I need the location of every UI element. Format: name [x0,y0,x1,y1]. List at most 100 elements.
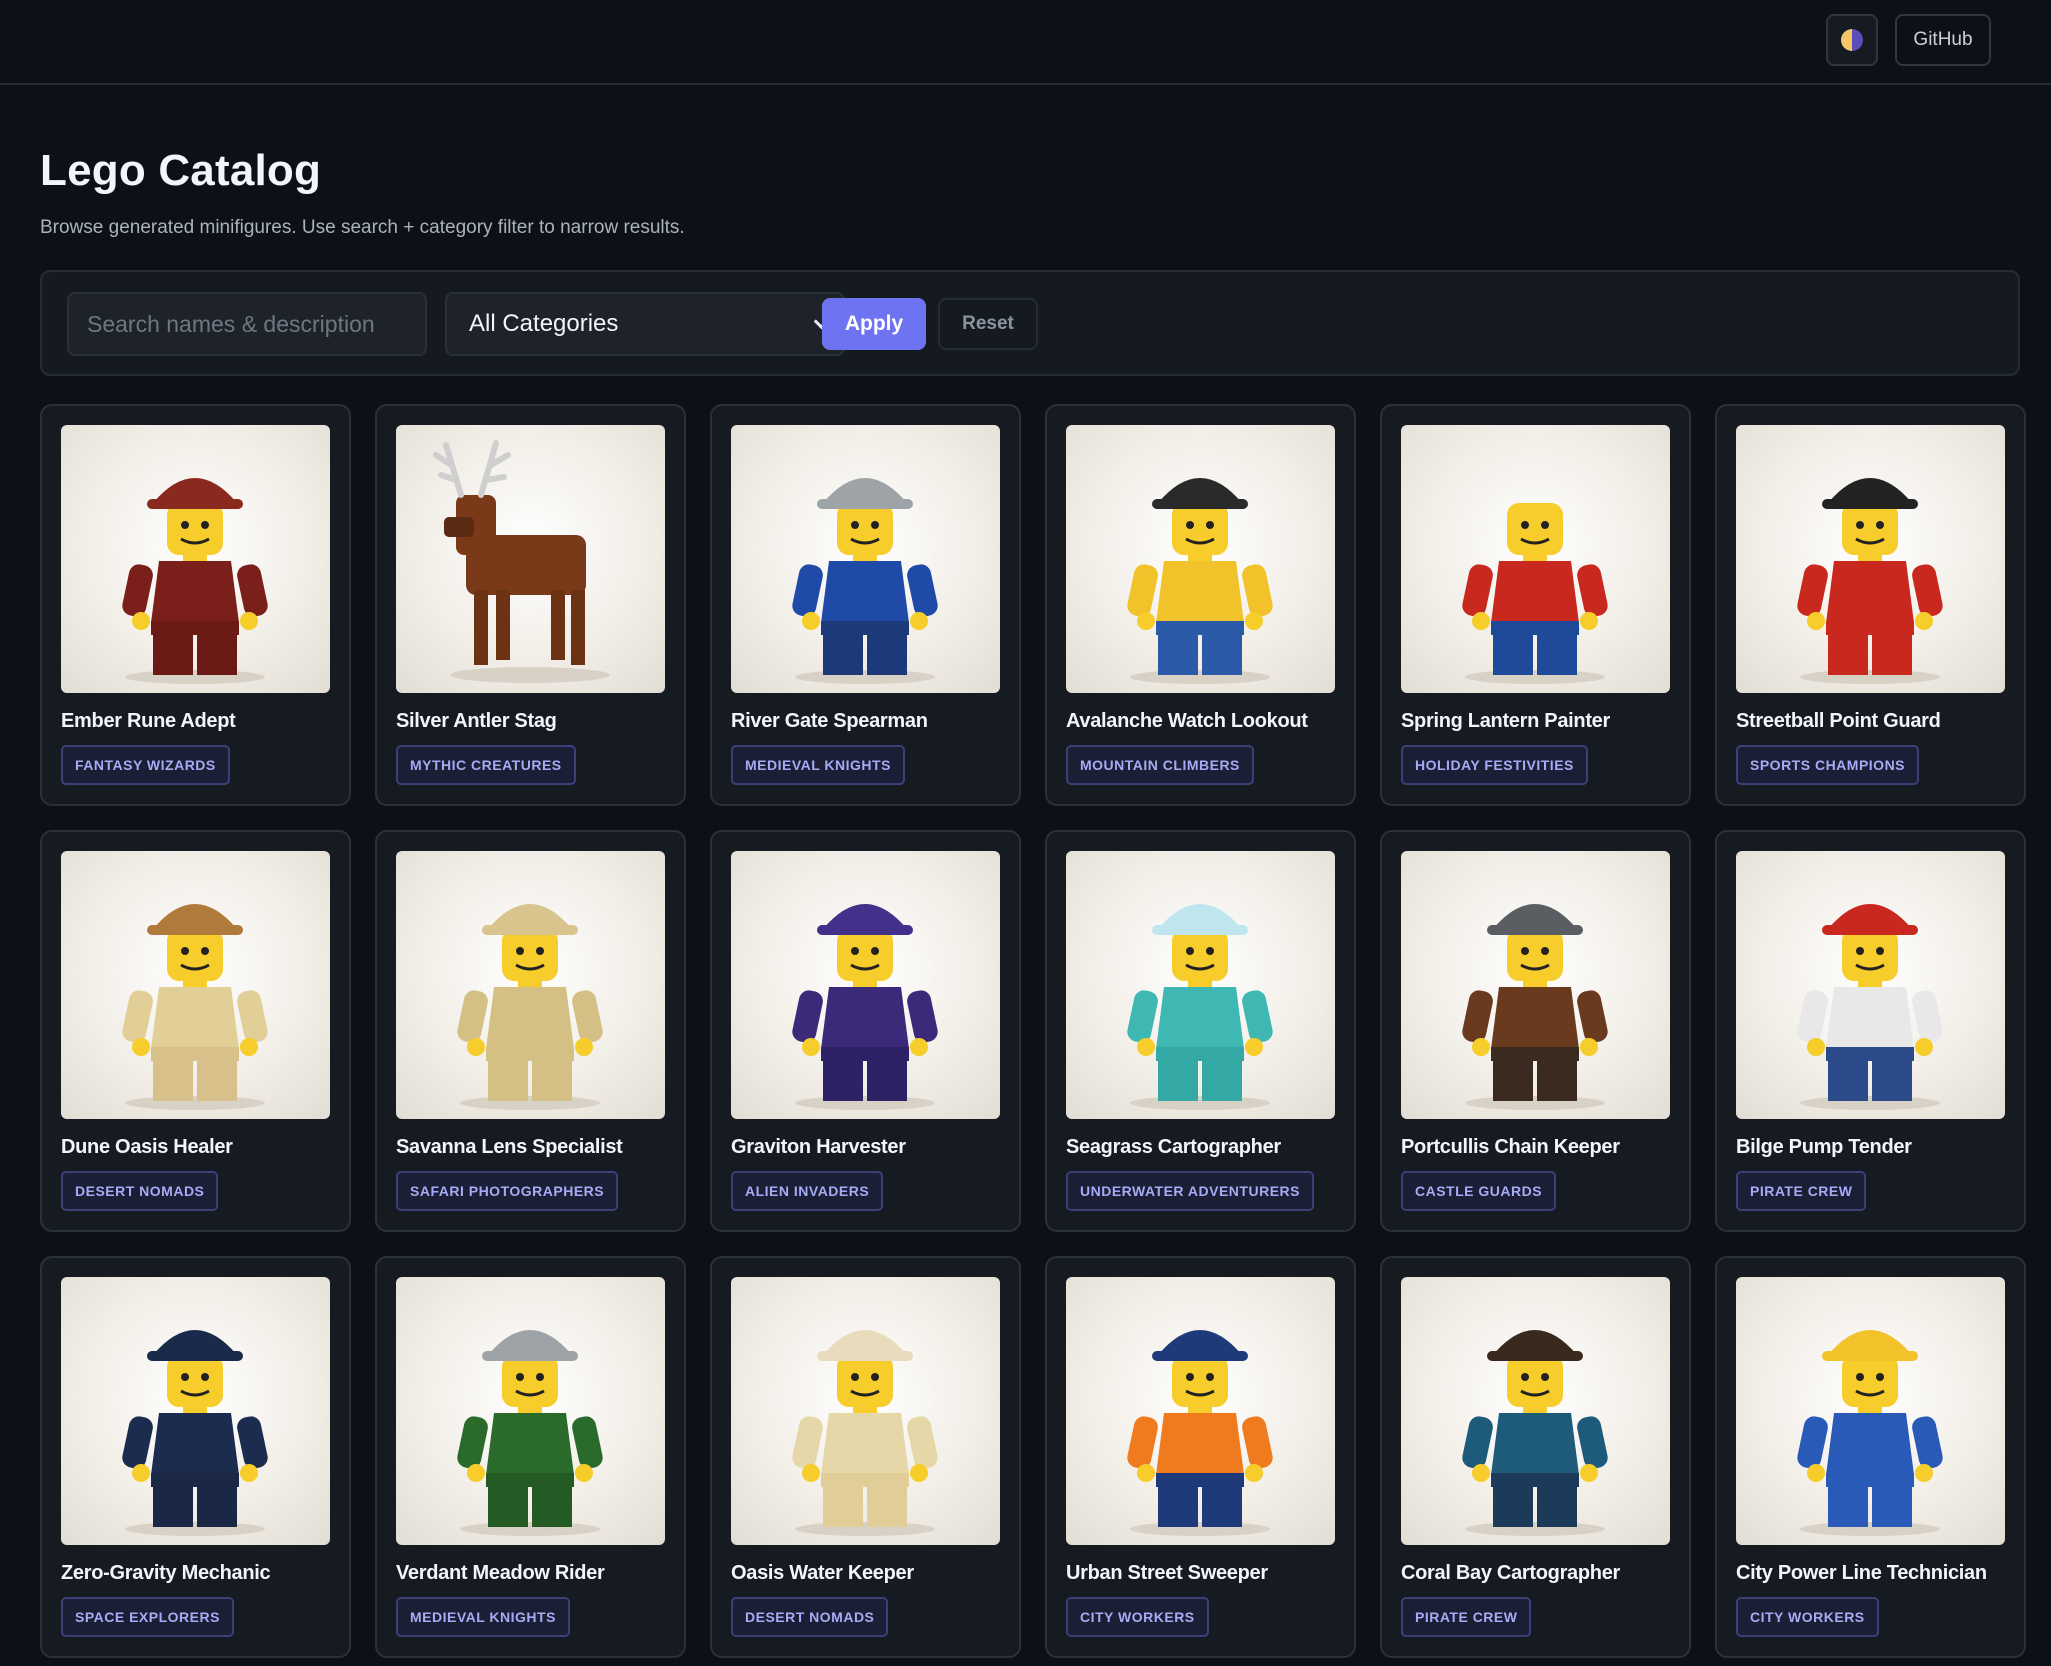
minifigure-name: Verdant Meadow Rider [396,1562,605,1584]
category-select-value: All Categories [469,310,619,337]
minifigure-image [1401,425,1670,693]
minifigure-image [731,1277,1000,1545]
minifigure-name: Savanna Lens Specialist [396,1136,623,1158]
minifigure-name: Urban Street Sweeper [1066,1562,1268,1584]
minifigure-image [61,851,330,1119]
minifigure-image [396,1277,665,1545]
minifigure-card[interactable]: Spring Lantern Painter HOLIDAY FESTIVITIE… [1380,404,1691,806]
minifigure-card[interactable]: Verdant Meadow Rider MEDIEVAL KNIGHTS [375,1256,686,1658]
page-subtitle: Browse generated minifigures. Use search… [40,217,685,238]
minifigure-card[interactable]: Portcullis Chain Keeper CASTLE GUARDS [1380,830,1691,1232]
pirate-minifigure-icon [1797,904,1943,1110]
theme-toggle-button[interactable] [1826,14,1878,66]
minifigure-image [396,851,665,1119]
minifigure-name: River Gate Spearman [731,710,928,732]
sweeper-minifigure-icon [1127,1330,1273,1536]
minifigure-image [1066,851,1335,1119]
search-input[interactable] [67,292,427,356]
healer-minifigure-icon [122,904,268,1110]
minifigure-image [1401,1277,1670,1545]
reset-button[interactable]: Reset [938,298,1038,350]
minifigure-name: City Power Line Technician [1736,1562,1987,1584]
minifigure-name: Bilge Pump Tender [1736,1136,1912,1158]
minifigure-image [1066,425,1335,693]
minifigure-card[interactable]: City Power Line Technician CITY WORKERS [1715,1256,2026,1658]
mechanic-minifigure-icon [122,1330,268,1536]
minifigure-name: Silver Antler Stag [396,710,557,732]
minifigure-name: Zero-Gravity Mechanic [61,1562,271,1584]
minifigure-card[interactable]: Oasis Water Keeper DESERT NOMADS [710,1256,1021,1658]
painter-minifigure-icon [1462,503,1608,684]
minifigure-card[interactable]: Seagrass Cartographer UNDERWATER ADVENTUR… [1045,830,1356,1232]
lookout-minifigure-icon [1127,478,1273,684]
cartographer-minifigure-icon [1462,1330,1608,1536]
top-navbar: GitHub [0,0,2051,85]
minifigure-name: Spring Lantern Painter [1401,710,1610,732]
apply-button[interactable]: Apply [822,298,926,350]
category-badge[interactable]: UNDERWATER ADVENTURERS [1066,1171,1314,1211]
minifigure-card[interactable]: Silver Antler Stag MYTHIC CREATURES [375,404,686,806]
technician-minifigure-icon [1797,1330,1943,1536]
minifigure-image [731,851,1000,1119]
minifigure-card[interactable]: Avalanche Watch Lookout MOUNTAIN CLIMBERS [1045,404,1356,806]
minifigure-name: Ember Rune Adept [61,710,236,732]
minifigure-name: Coral Bay Cartographer [1401,1562,1621,1584]
category-badge[interactable]: MEDIEVAL KNIGHTS [396,1597,570,1637]
half-moon-icon [1841,29,1863,51]
minifigure-image [1066,1277,1335,1545]
minifigure-image [1736,1277,2005,1545]
category-badge[interactable]: SPORTS CHAMPIONS [1736,745,1920,785]
water-keeper-minifigure-icon [792,1330,938,1536]
minifigure-card[interactable]: Savanna Lens Specialist SAFARI PHOTOGRAPH… [375,830,686,1232]
minifigure-card[interactable]: Urban Street Sweeper CITY WORKERS [1045,1256,1356,1658]
minifigure-image [1736,425,2005,693]
minifigure-card[interactable]: Bilge Pump Tender PIRATE CREW [1715,830,2026,1232]
category-badge[interactable]: PIRATE CREW [1401,1597,1532,1637]
knight-minifigure-icon [457,1330,603,1536]
stag-figure-icon [433,440,610,683]
category-select[interactable]: All Categories [445,292,845,356]
minifigure-card[interactable]: Coral Bay Cartographer PIRATE CREW [1380,1256,1691,1658]
category-badge[interactable]: MYTHIC CREATURES [396,745,576,785]
guard-minifigure-icon [1462,904,1608,1110]
category-badge[interactable]: ALIEN INVADERS [731,1171,884,1211]
minifigure-card[interactable]: Streetball Point Guard SPORTS CHAMPIONS [1715,404,2026,806]
minifigure-name: Portcullis Chain Keeper [1401,1136,1620,1158]
alien-minifigure-icon [792,904,938,1110]
basketball-minifigure-icon [1797,478,1943,684]
minifigure-name: Seagrass Cartographer [1066,1136,1281,1158]
filter-bar: All Categories Apply Reset [40,270,2020,376]
category-badge[interactable]: CITY WORKERS [1736,1597,1879,1637]
minifigure-image [1401,851,1670,1119]
category-badge[interactable]: MOUNTAIN CLIMBERS [1066,745,1254,785]
category-badge[interactable]: DESERT NOMADS [731,1597,889,1637]
category-badge[interactable]: CITY WORKERS [1066,1597,1209,1637]
minifigure-name: Dune Oasis Healer [61,1136,233,1158]
github-button[interactable]: GitHub [1895,14,1991,66]
minifigure-name: Graviton Harvester [731,1136,906,1158]
minifigure-name: Avalanche Watch Lookout [1066,710,1308,732]
minifigure-image [731,425,1000,693]
category-badge[interactable]: SPACE EXPLORERS [61,1597,234,1637]
category-badge[interactable]: MEDIEVAL KNIGHTS [731,745,905,785]
category-badge[interactable]: SAFARI PHOTOGRAPHERS [396,1171,619,1211]
minifigure-card[interactable]: River Gate Spearman MEDIEVAL KNIGHTS [710,404,1021,806]
minifigure-card[interactable]: Graviton Harvester ALIEN INVADERS [710,830,1021,1232]
diver-minifigure-icon [1127,904,1273,1110]
minifigure-image [1736,851,2005,1119]
minifigure-card[interactable]: Ember Rune Adept FANTASY WIZARDS [40,404,351,806]
minifigure-card[interactable]: Dune Oasis Healer DESERT NOMADS [40,830,351,1232]
spearman-minifigure-icon [792,478,938,684]
minifigure-image [396,425,665,693]
category-badge[interactable]: CASTLE GUARDS [1401,1171,1557,1211]
category-badge[interactable]: PIRATE CREW [1736,1171,1867,1211]
category-badge[interactable]: DESERT NOMADS [61,1171,219,1211]
category-badge[interactable]: FANTASY WIZARDS [61,745,230,785]
minifigure-image [61,425,330,693]
category-badge[interactable]: HOLIDAY FESTIVITIES [1401,745,1588,785]
photographer-minifigure-icon [457,904,603,1110]
page-title: Lego Catalog [40,146,322,195]
minifigure-name: Oasis Water Keeper [731,1562,914,1584]
minifigure-card[interactable]: Zero-Gravity Mechanic SPACE EXPLORERS [40,1256,351,1658]
minifigure-name: Streetball Point Guard [1736,710,1941,732]
